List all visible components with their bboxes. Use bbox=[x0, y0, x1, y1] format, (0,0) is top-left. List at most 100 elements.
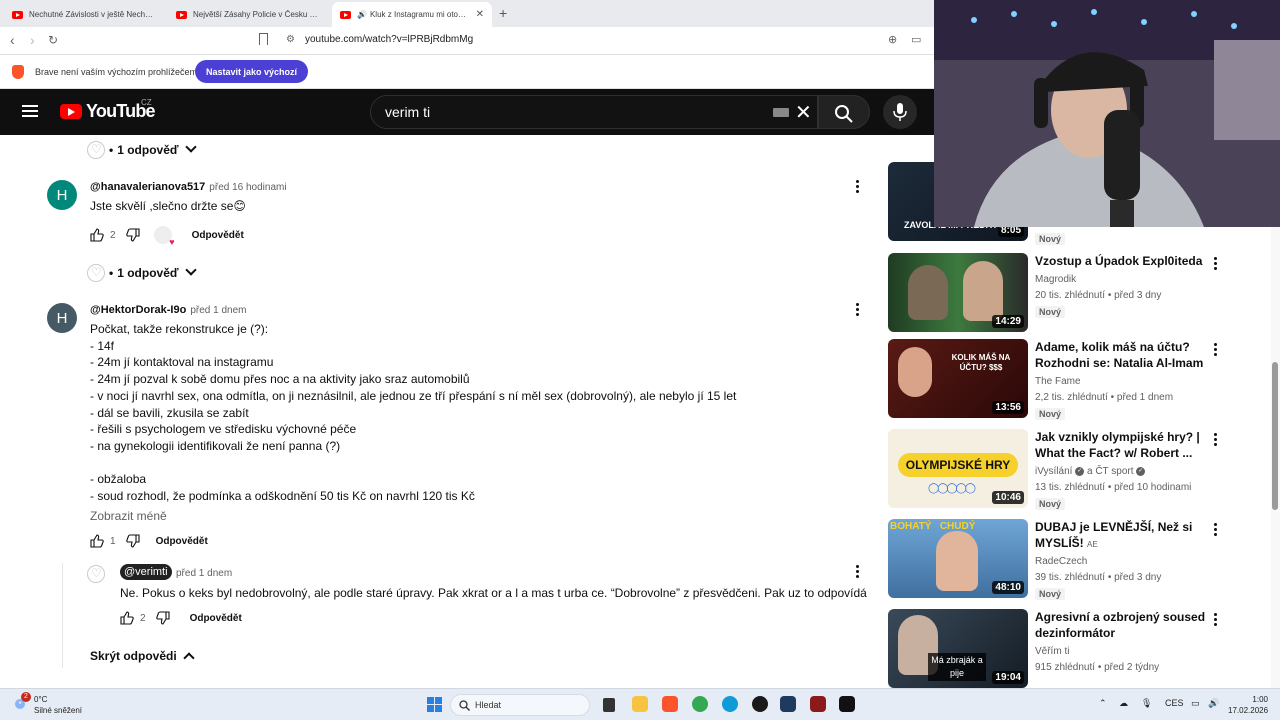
channel-name[interactable]: Magrodik bbox=[1035, 274, 1076, 285]
hide-replies-toggle[interactable]: Skrýt odpovědi bbox=[90, 649, 195, 664]
channel-owner-badge[interactable]: @verimti bbox=[120, 564, 172, 580]
clear-search-icon[interactable]: ✕ bbox=[795, 100, 812, 125]
streamer-webcam-image bbox=[934, 0, 1280, 227]
youtube-logo-icon[interactable] bbox=[60, 104, 82, 119]
thumbs-up-icon[interactable] bbox=[120, 611, 134, 625]
forward-icon[interactable]: › bbox=[30, 32, 35, 48]
app-icon[interactable] bbox=[810, 696, 826, 712]
windows-start-icon[interactable] bbox=[427, 697, 442, 712]
menu-icon[interactable] bbox=[22, 105, 38, 117]
related-video[interactable]: Má zbraják a pije 19:04 Agresivní a ozbr… bbox=[888, 609, 1278, 688]
scrollbar-thumb[interactable] bbox=[1272, 362, 1278, 510]
more-options-icon[interactable] bbox=[1214, 523, 1218, 538]
tiktok-icon[interactable] bbox=[839, 696, 855, 712]
system-clock[interactable]: 1:00 17.02.2026 bbox=[1228, 694, 1268, 716]
more-options-icon[interactable] bbox=[1214, 613, 1218, 628]
video-title[interactable]: Jak vznikly olympijské hry? | What the F… bbox=[1035, 429, 1210, 461]
video-title[interactable]: DUBAJ je LEVNĚJŠÍ, Než si MYSLÍŠ! AE bbox=[1035, 519, 1210, 551]
thumbs-up-icon[interactable] bbox=[90, 228, 104, 242]
search-button[interactable] bbox=[818, 95, 870, 129]
comment-author[interactable]: @HektorDorak-I9o bbox=[90, 304, 186, 316]
language-indicator[interactable]: CES bbox=[1165, 698, 1184, 708]
replies-count: 1 odpověď bbox=[117, 143, 179, 157]
replies-toggle[interactable]: • 1 odpověď bbox=[87, 264, 197, 282]
video-thumbnail[interactable]: OLYMPIJSKÉ HRY ◯◯◯◯◯ 10:46 bbox=[888, 429, 1028, 508]
network-tray-icon[interactable]: ☁ bbox=[1119, 698, 1128, 709]
replies-toggle[interactable]: • 1 odpověď bbox=[87, 141, 197, 159]
new-tab-icon[interactable]: + bbox=[499, 5, 507, 21]
channel-name[interactable]: The Fame bbox=[1035, 376, 1081, 387]
task-view-icon[interactable] bbox=[603, 698, 615, 712]
screen-share-icon[interactable]: ▭ bbox=[911, 33, 921, 46]
channel-name-2[interactable]: a ČT sport bbox=[1087, 466, 1134, 477]
avatar[interactable]: H bbox=[47, 180, 77, 210]
more-options-icon[interactable] bbox=[856, 565, 860, 579]
video-thumbnail[interactable]: BOHATÝ CHUDÝ 48:10 bbox=[888, 519, 1028, 598]
channel-name[interactable]: iVysílání bbox=[1035, 466, 1072, 477]
more-options-icon[interactable] bbox=[856, 303, 860, 317]
reply-button[interactable]: Odpovědět bbox=[192, 230, 244, 241]
show-less-link[interactable]: Zobrazit méně bbox=[90, 509, 167, 523]
more-options-icon[interactable] bbox=[1214, 433, 1218, 448]
tab-2[interactable]: Největší Zásahy Policie v Česku - You bbox=[168, 2, 328, 27]
close-tab-icon[interactable]: ✕ bbox=[476, 9, 484, 20]
chevron-up-icon[interactable]: ⌃ bbox=[1099, 698, 1107, 709]
comment-author[interactable]: @hanavalerianova517 bbox=[90, 181, 205, 193]
bookmark-icon[interactable] bbox=[259, 33, 268, 45]
reply-button[interactable]: Odpovědět bbox=[156, 536, 208, 547]
reload-icon[interactable]: ↻ bbox=[48, 33, 58, 47]
more-options-icon[interactable] bbox=[1214, 257, 1218, 272]
video-title[interactable]: Vzostup a Úpadok Expl0iteda bbox=[1035, 253, 1210, 269]
tab-1-title: Nechutné Závislosti v ještě Nechutnější bbox=[29, 10, 156, 19]
thumbs-down-icon[interactable] bbox=[125, 228, 140, 242]
comment-time[interactable]: před 16 hodinami bbox=[209, 182, 286, 193]
tab-3-active[interactable]: 🔊 Kluk z Instagramu mi otočil ži ✕ bbox=[332, 2, 492, 27]
brave-browser-icon[interactable] bbox=[662, 696, 678, 712]
comment-time[interactable]: před 1 dnem bbox=[190, 305, 246, 316]
obs-icon[interactable] bbox=[752, 696, 768, 712]
comments-section: • 1 odpověď H @hanavalerianova517 před 16… bbox=[0, 135, 880, 688]
video-title[interactable]: Adame, kolik máš na účtu? Rozhodni se: N… bbox=[1035, 339, 1210, 371]
tab-1[interactable]: Nechutné Závislosti v ještě Nechutnější bbox=[4, 2, 164, 27]
avatar[interactable]: H bbox=[47, 303, 77, 333]
zoom-icon[interactable]: ⊕ bbox=[888, 33, 897, 46]
monitor-tray-icon[interactable]: ▭ bbox=[1191, 698, 1200, 709]
more-options-icon[interactable] bbox=[856, 180, 860, 194]
related-video[interactable]: OLYMPIJSKÉ HRY ◯◯◯◯◯ 10:46 Jak vznikly o… bbox=[888, 429, 1278, 510]
chrome-icon[interactable] bbox=[692, 696, 708, 712]
related-video[interactable]: KOLIK MÁŠ NA ÚČTU? $$$ 13:56 Adame, koli… bbox=[888, 339, 1278, 420]
thread-line bbox=[62, 563, 63, 668]
keyboard-icon[interactable] bbox=[773, 108, 789, 117]
kick-app-icon[interactable] bbox=[780, 696, 796, 712]
file-explorer-icon[interactable] bbox=[632, 696, 648, 712]
edge-icon[interactable] bbox=[722, 696, 738, 712]
channel-name[interactable]: RadeCzech bbox=[1035, 556, 1087, 567]
thumbs-up-icon[interactable] bbox=[90, 534, 104, 548]
reply-button[interactable]: Odpovědět bbox=[190, 613, 242, 624]
youtube-favicon-icon bbox=[340, 10, 351, 19]
site-info-icon[interactable]: ⚙ bbox=[286, 34, 295, 45]
reply-avatar[interactable] bbox=[87, 565, 109, 583]
video-thumbnail[interactable]: Má zbraják a pije 19:04 bbox=[888, 609, 1028, 688]
weather-widget[interactable]: 0°C Silné sněžení bbox=[34, 694, 82, 716]
related-video[interactable]: BOHATÝ CHUDÝ 48:10 DUBAJ je LEVNĚJŠÍ, Ne… bbox=[888, 519, 1278, 600]
video-title[interactable]: Agresivní a ozbrojený soused dezinformát… bbox=[1035, 609, 1210, 641]
channel-name[interactable]: Věřím ti bbox=[1035, 646, 1069, 657]
thumbs-down-icon[interactable] bbox=[125, 534, 140, 548]
video-thumbnail[interactable]: 14:29 bbox=[888, 253, 1028, 332]
set-default-button[interactable]: Nastavit jako výchozí bbox=[195, 60, 309, 83]
taskbar-search[interactable]: Hledat bbox=[450, 694, 590, 716]
volume-tray-icon[interactable]: 🔊 bbox=[1208, 698, 1219, 709]
tab-2-title: Největší Zásahy Policie v Česku - You bbox=[193, 10, 320, 19]
more-options-icon[interactable] bbox=[1214, 343, 1218, 358]
thumbs-down-icon[interactable] bbox=[155, 611, 170, 625]
back-icon[interactable]: ‹ bbox=[10, 32, 15, 48]
url-field[interactable]: youtube.com/watch?v=lPRBjRdbmMg bbox=[305, 34, 473, 45]
related-video[interactable]: 14:29 Vzostup a Úpadok Expl0iteda Magrod… bbox=[888, 253, 1278, 333]
video-thumbnail[interactable]: KOLIK MÁŠ NA ÚČTU? $$$ 13:56 bbox=[888, 339, 1028, 418]
video-duration: 19:04 bbox=[992, 671, 1024, 684]
reply-time[interactable]: před 1 dnem bbox=[176, 568, 232, 579]
voice-search-button[interactable] bbox=[883, 95, 917, 129]
mic-tray-icon[interactable]: 🎙 bbox=[1141, 698, 1152, 709]
search-input[interactable]: verim ti ✕ bbox=[370, 95, 818, 129]
